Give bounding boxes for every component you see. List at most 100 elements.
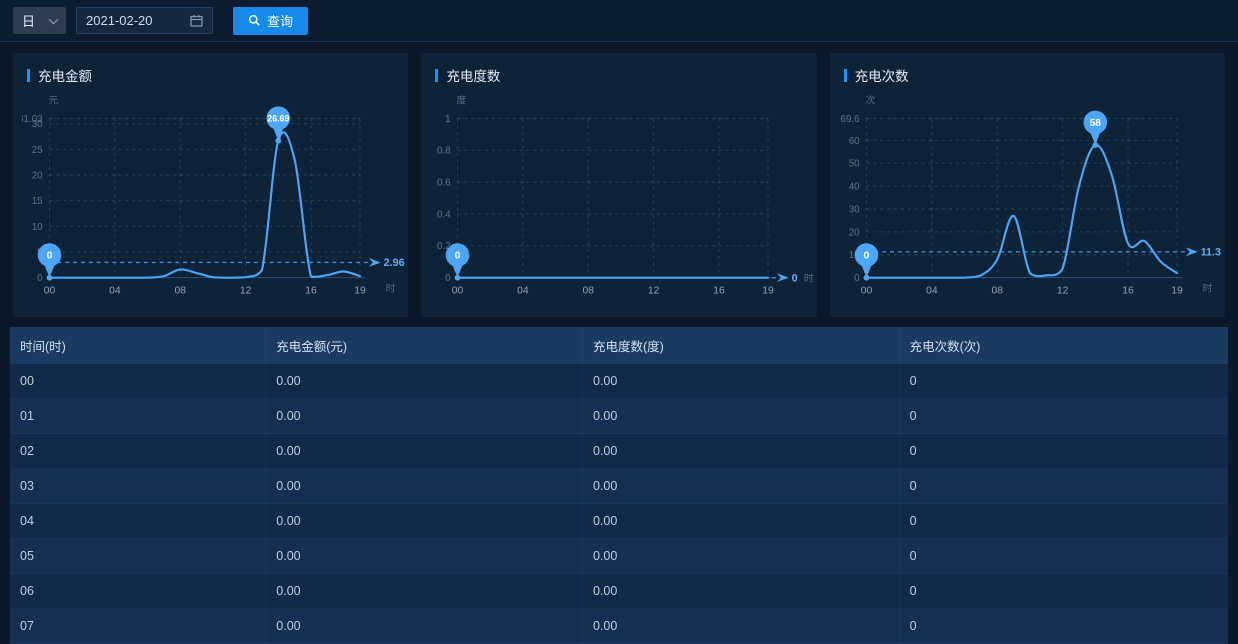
title-accent-bar	[27, 69, 30, 82]
date-input[interactable]: 2021-02-20	[76, 7, 213, 34]
svg-text:00: 00	[860, 285, 872, 296]
column-header: 充电度数(度)	[582, 327, 899, 364]
svg-text:19: 19	[763, 285, 775, 296]
svg-text:08: 08	[991, 285, 1003, 296]
svg-text:25: 25	[32, 145, 43, 156]
svg-text:26.69: 26.69	[267, 114, 289, 124]
svg-text:16: 16	[714, 285, 726, 296]
amount-line-chart[interactable]: 05101520253031.03000408121619元2.96时026.6…	[13, 87, 408, 315]
svg-text:0.8: 0.8	[437, 146, 451, 157]
svg-text:0: 0	[445, 273, 451, 284]
svg-text:0: 0	[37, 273, 43, 284]
count-line-chart[interactable]: 010203040506069.6000408121619次11.3时058	[830, 87, 1225, 315]
query-button[interactable]: 查询	[233, 7, 308, 35]
svg-text:04: 04	[517, 285, 529, 296]
table-cell: 0	[899, 364, 1228, 399]
hours-table-wrap: 时间(时)充电金额(元)充电度数(度)充电次数(次) 000.000.00001…	[10, 327, 1228, 644]
title-accent-bar	[435, 69, 438, 82]
svg-text:19: 19	[354, 285, 366, 296]
svg-text:00: 00	[452, 285, 464, 296]
chart-panel-amount: 充电金额 05101520253031.03000408121619元2.96时…	[13, 53, 408, 317]
chart-title: 充电金额	[38, 65, 92, 85]
panel-title: 充电度数	[421, 53, 816, 85]
search-icon	[248, 14, 261, 27]
svg-text:0.6: 0.6	[437, 178, 451, 189]
period-select-value: 日	[22, 11, 35, 30]
table-row: 030.000.000	[10, 469, 1228, 504]
table-cell: 0.00	[266, 434, 583, 469]
chart-panel-count: 充电次数 010203040506069.6000408121619次11.3时…	[830, 53, 1225, 317]
svg-text:00: 00	[44, 285, 56, 296]
svg-text:0: 0	[792, 272, 798, 284]
svg-text:08: 08	[175, 285, 187, 296]
table-cell: 0.00	[266, 399, 583, 434]
chart-title: 充电次数	[855, 65, 909, 85]
table-row: 070.000.000	[10, 609, 1228, 644]
svg-text:2.96: 2.96	[384, 257, 405, 269]
topbar: 日 2021-02-20 查询	[0, 0, 1238, 42]
table-cell: 0.00	[582, 399, 899, 434]
svg-text:19: 19	[1171, 285, 1183, 296]
svg-text:次: 次	[865, 94, 875, 107]
table-row: 010.000.000	[10, 399, 1228, 434]
chart-panel-energy: 充电度数 00.20.40.60.81000408121619度0时0	[421, 53, 816, 317]
svg-text:时: 时	[386, 282, 396, 294]
svg-text:04: 04	[109, 285, 121, 296]
chart-title: 充电度数	[446, 65, 500, 85]
svg-text:04: 04	[926, 285, 938, 296]
period-select[interactable]: 日	[13, 7, 66, 34]
query-button-label: 查询	[267, 11, 293, 30]
table-cell: 0	[899, 504, 1228, 539]
table-header-row: 时间(时)充电金额(元)充电度数(度)充电次数(次)	[10, 327, 1228, 364]
table-cell: 02	[10, 434, 266, 469]
table-cell: 0.00	[266, 539, 583, 574]
panel-title: 充电次数	[830, 53, 1225, 85]
title-accent-bar	[844, 69, 847, 82]
table-cell: 0	[899, 469, 1228, 504]
table-cell: 04	[10, 504, 266, 539]
svg-text:69.6: 69.6	[840, 114, 860, 125]
svg-text:1: 1	[445, 114, 450, 125]
svg-text:16: 16	[305, 285, 317, 296]
svg-text:20: 20	[848, 227, 859, 238]
panel-title: 充电金额	[13, 53, 408, 85]
svg-text:时: 时	[1202, 282, 1212, 294]
table-cell: 0.00	[266, 364, 583, 399]
table-cell: 0.00	[266, 469, 583, 504]
table-cell: 03	[10, 469, 266, 504]
table-cell: 0	[899, 609, 1228, 644]
chevron-down-icon	[49, 14, 59, 24]
svg-text:度: 度	[457, 94, 467, 107]
svg-text:58: 58	[1089, 118, 1101, 129]
svg-text:0: 0	[863, 250, 869, 261]
svg-text:15: 15	[32, 196, 43, 207]
table-cell: 07	[10, 609, 266, 644]
svg-text:30: 30	[848, 204, 859, 215]
table-cell: 0.00	[582, 434, 899, 469]
calendar-icon[interactable]	[190, 14, 203, 27]
svg-text:12: 12	[1057, 285, 1069, 296]
table-cell: 0.00	[582, 469, 899, 504]
energy-line-chart[interactable]: 00.20.40.60.81000408121619度0时0	[421, 87, 816, 315]
charts-row: 充电金额 05101520253031.03000408121619元2.96时…	[0, 42, 1238, 317]
table-cell: 0	[899, 539, 1228, 574]
table-cell: 0.00	[582, 574, 899, 609]
date-value: 2021-02-20	[86, 13, 153, 28]
svg-text:10: 10	[32, 222, 43, 233]
hours-table: 时间(时)充电金额(元)充电度数(度)充电次数(次) 000.000.00001…	[10, 327, 1228, 644]
table-row: 050.000.000	[10, 539, 1228, 574]
svg-text:11.3: 11.3	[1200, 247, 1220, 259]
table-cell: 0.00	[582, 504, 899, 539]
svg-text:12: 12	[648, 285, 660, 296]
table-row: 040.000.000	[10, 504, 1228, 539]
svg-text:50: 50	[848, 159, 859, 170]
svg-text:20: 20	[32, 170, 43, 181]
table-cell: 0.00	[266, 574, 583, 609]
svg-text:40: 40	[848, 182, 859, 193]
svg-text:0.4: 0.4	[437, 209, 451, 220]
svg-text:12: 12	[240, 285, 252, 296]
table-cell: 0.00	[582, 539, 899, 574]
column-header: 充电次数(次)	[899, 327, 1228, 364]
svg-text:16: 16	[1122, 285, 1134, 296]
svg-text:60: 60	[848, 136, 859, 147]
